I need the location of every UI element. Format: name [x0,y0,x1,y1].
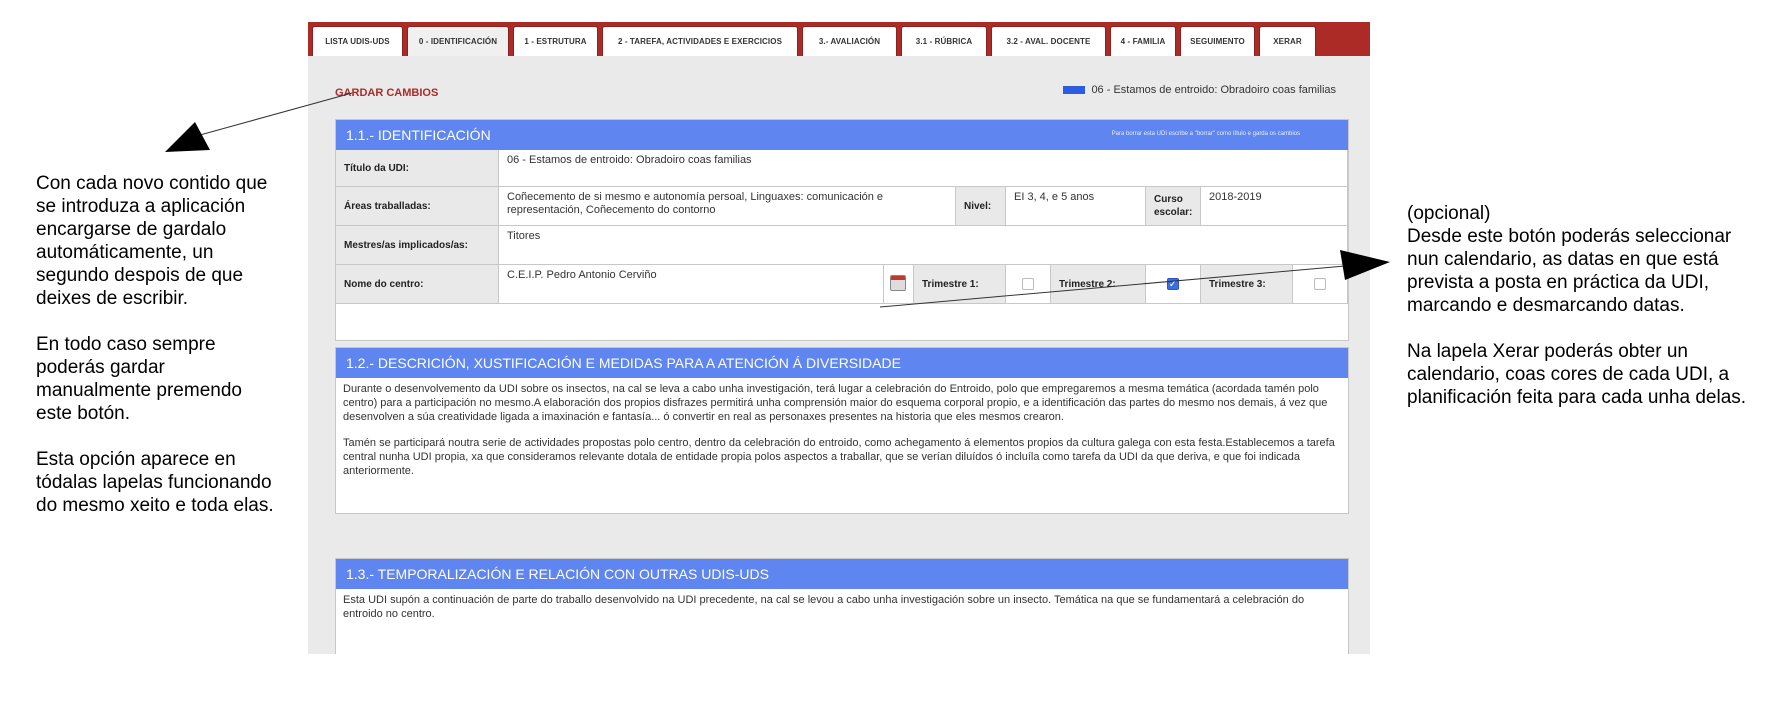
term3-cell [1293,265,1348,304]
udi-title-field[interactable]: 06 - Estamos de entroido: Obradoiro coas… [499,150,1348,187]
annotation-right-p3: Na lapela Xerar poderás obter un calenda… [1407,341,1747,408]
temporalization-section: 1.3.- TEMPORALIZACIÓN E RELACIÓN CON OUT… [335,558,1349,654]
tab-rubrica[interactable]: 3.1 - RÚBRICA [901,26,987,56]
udi-title-label: Título da UDI: [336,150,499,187]
tab-identificacion[interactable]: 0 - IDENTIFICACIÓN [407,26,509,56]
temporalization-textarea[interactable]: Esta UDI supón a continuación de parte d… [336,589,1348,625]
tab-xerar[interactable]: XERAR [1259,26,1316,56]
term1-label: Trimestre 1: [914,265,1006,304]
identification-header: 1.1.- IDENTIFICACIÓN Para borrar esta UD… [336,120,1348,150]
annotation-right-p1: (opcional) [1407,203,1491,224]
tab-avaliacion[interactable]: 3.- AVALIACIÓN [802,26,897,56]
school-year-label: Curso escolar: [1146,187,1201,226]
udi-color-swatch [1063,86,1086,94]
teachers-label: Mestres/as implicados/as: [336,226,499,265]
school-field[interactable]: C.E.I.P. Pedro Antonio Cerviño [499,265,884,304]
level-field[interactable]: EI 3, 4, e 5 anos [1006,187,1146,226]
description-textarea[interactable]: Durante o desenvolvemento da UDI sobre o… [336,378,1348,482]
identification-grid: Título da UDI: 06 - Estamos de entroido:… [336,150,1348,339]
description-header: 1.2.- DESCRICIÓN, XUSTIFICACIÓN E MEDIDA… [336,348,1348,378]
arrow-head-left [165,122,210,152]
tab-aval-docente[interactable]: 3.2 - AVAL. DOCENTE [991,26,1106,56]
teachers-field[interactable]: Titores [499,226,1348,265]
term2-cell: ✓ [1146,265,1201,304]
annotation-left-p3: Esta opción aparece en tódalas lapelas f… [36,449,274,516]
areas-label: Áreas traballadas: [336,187,499,226]
tab-familia[interactable]: 4 - FAMILIA [1110,26,1176,56]
identification-section: 1.1.- IDENTIFICACIÓN Para borrar esta UD… [335,119,1349,341]
term1-checkbox[interactable] [1022,278,1034,290]
areas-field[interactable]: Coñecemento de si mesmo e autonomía pers… [499,187,956,226]
description-paragraph-1: Durante o desenvolvemento da UDI sobre o… [343,383,1328,423]
temporalization-title: 1.3.- TEMPORALIZACIÓN E RELACIÓN CON OUT… [346,566,769,582]
annotation-left-p2: En todo caso sempre poderás gardar manua… [36,334,242,424]
calendar-icon[interactable] [890,275,906,291]
tab-lista-udis[interactable]: LISTA UDIS-UDS [312,26,403,56]
identification-title: 1.1.- IDENTIFICACIÓN [346,127,491,143]
school-label: Nome do centro: [336,265,499,304]
app-window: LISTA UDIS-UDS 0 - IDENTIFICACIÓN 1 - ES… [308,22,1370,654]
tab-estrutura[interactable]: 1 - ESTRUTURA [513,26,598,56]
tab-bar: LISTA UDIS-UDS 0 - IDENTIFICACIÓN 1 - ES… [308,22,1370,56]
current-udi-label: 06 - Estamos de entroido: Obradoiro coas… [1091,84,1336,96]
description-section: 1.2.- DESCRICIÓN, XUSTIFICACIÓN E MEDIDA… [335,347,1349,514]
annotation-right: (opcional) Desde este botón poderás sele… [1407,202,1752,409]
delete-hint: Para borrar esta UDI escribe a "borrar" … [1111,131,1300,137]
term2-checkbox[interactable]: ✓ [1167,278,1179,290]
annotation-left-p1: Con cada novo contido que se introduza a… [36,173,268,309]
calendar-button-cell [884,265,914,304]
current-udi-indicator: 06 - Estamos de entroido: Obradoiro coas… [1063,84,1336,96]
tab-seguimento[interactable]: SEGUIMENTO [1180,26,1255,56]
term1-cell [1006,265,1051,304]
level-label: Nivel: [956,187,1006,226]
annotation-right-p2: Desde este botón poderás seleccionar nun… [1407,226,1732,316]
temporalization-paragraph: Esta UDI supón a continuación de parte d… [343,594,1305,620]
description-paragraph-2: Tamén se participará noutra serie de act… [343,437,1335,477]
school-year-field[interactable]: 2018-2019 [1201,187,1348,226]
temporalization-header: 1.3.- TEMPORALIZACIÓN E RELACIÓN CON OUT… [336,559,1348,589]
term2-label: Trimestre 2: [1051,265,1146,304]
description-title: 1.2.- DESCRICIÓN, XUSTIFICACIÓN E MEDIDA… [346,355,901,371]
term3-checkbox[interactable] [1314,278,1326,290]
save-button[interactable]: GARDAR CAMBIOS [335,87,438,99]
term3-label: Trimestre 3: [1201,265,1293,304]
annotation-left: Con cada novo contido que se introduza a… [36,172,276,517]
tab-tarefa[interactable]: 2 - TAREFA, ACTIVIDADES E EXERCICIOS [602,26,798,56]
